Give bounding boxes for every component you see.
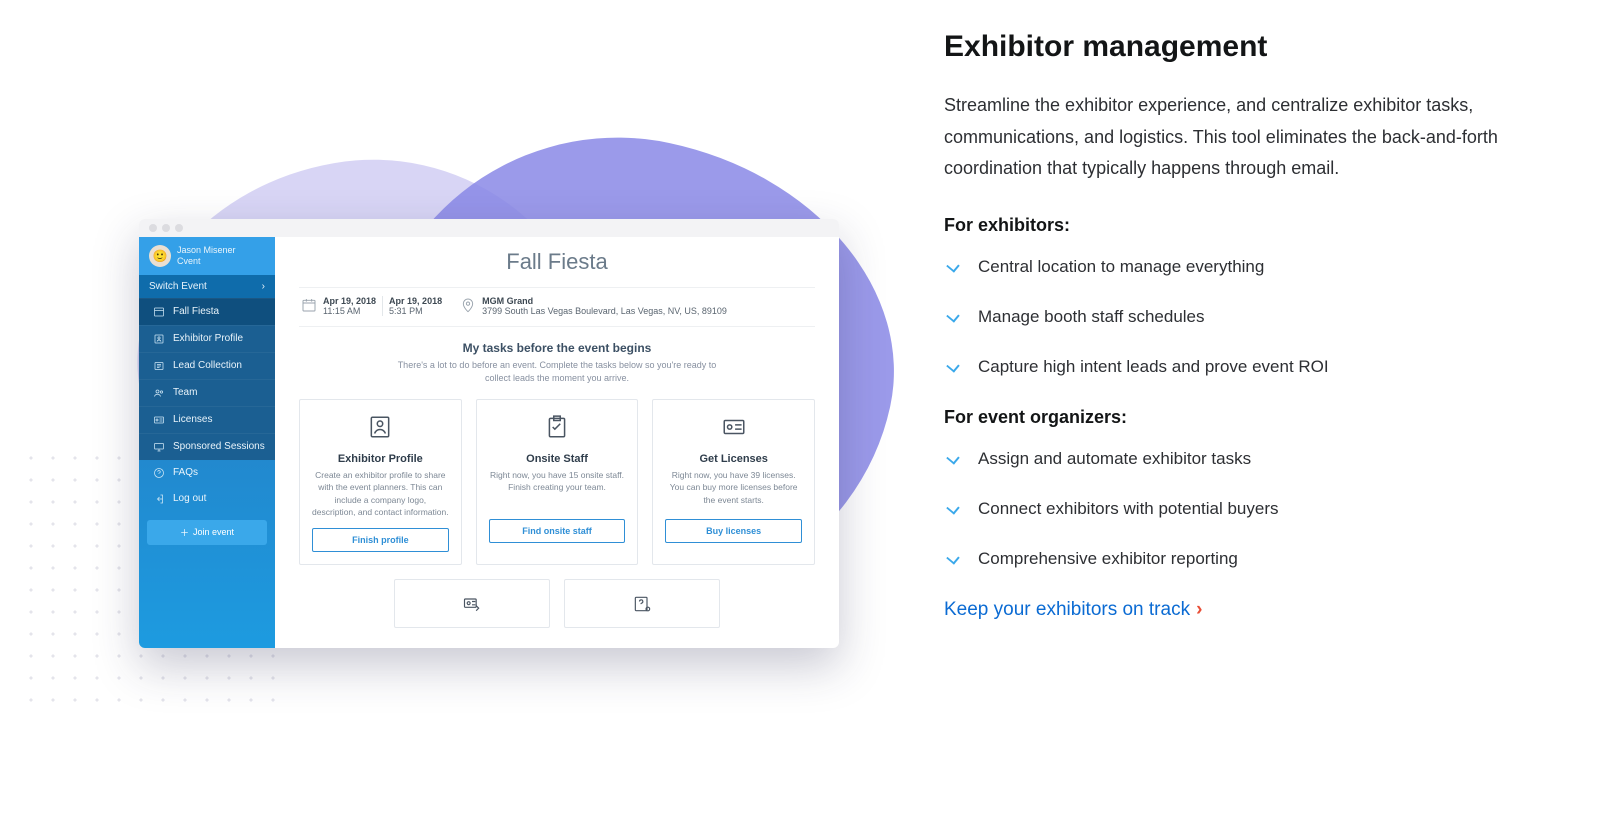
end-date: Apr 19, 2018 <box>389 296 442 306</box>
exhibitors-list: Central location to manage everything Ma… <box>944 254 1540 381</box>
find-staff-button[interactable]: Find onsite staff <box>489 519 626 543</box>
switch-event-label: Switch Event <box>149 281 207 292</box>
sidebar-item-label: Exhibitor Profile <box>173 333 243 344</box>
tasks-heading: My tasks before the event begins <box>299 341 815 355</box>
exhibitors-subheading: For exhibitors: <box>944 215 1540 236</box>
task-card-title: Get Licenses <box>665 453 802 465</box>
task-card-title: Onsite Staff <box>489 453 626 465</box>
organizers-list: Assign and automate exhibitor tasks Conn… <box>944 446 1540 573</box>
page-heading: Exhibitor management <box>944 30 1540 64</box>
badge-transfer-icon <box>459 594 485 614</box>
buy-licenses-button[interactable]: Buy licenses <box>665 519 802 543</box>
event-icon <box>153 306 165 318</box>
task-card-licenses: Get Licenses Right now, you have 39 lice… <box>652 399 815 565</box>
list-item: Capture high intent leads and prove even… <box>944 354 1540 380</box>
task-card-desc: Right now, you have 39 licenses. You can… <box>665 469 802 509</box>
list-item: Manage booth staff schedules <box>944 304 1540 330</box>
event-title: Fall Fiesta <box>299 249 815 275</box>
calendar-icon <box>301 297 317 313</box>
help-card-icon <box>629 594 655 614</box>
join-event-label: Join event <box>193 527 234 537</box>
user-org: Cvent <box>177 256 201 266</box>
team-icon <box>153 387 165 399</box>
task-card-exhibitor-profile: Exhibitor Profile Create an exhibitor pr… <box>299 399 462 565</box>
main-panel: Fall Fiesta Apr 19, 2018 11:15 AM Apr 19… <box>275 237 839 648</box>
event-dates: Apr 19, 2018 11:15 AM Apr 19, 2018 5:31 … <box>301 296 442 316</box>
sidebar-item-label: Fall Fiesta <box>173 306 219 317</box>
marketing-panel: Exhibitor management Streamline the exhi… <box>928 0 1600 817</box>
cta-label: Keep your exhibitors on track <box>944 599 1190 621</box>
task-card-extra-2 <box>564 579 720 628</box>
list-item: Comprehensive exhibitor reporting <box>944 546 1540 572</box>
sidebar-item-sponsored-sessions[interactable]: Sponsored Sessions <box>139 433 275 460</box>
user-name: Jason Misener <box>177 245 236 255</box>
end-time: 5:31 PM <box>389 306 442 316</box>
sidebar-item-faqs[interactable]: FAQs <box>139 460 275 486</box>
sidebar-item-team[interactable]: Team <box>139 379 275 406</box>
sidebar-item-logout[interactable]: Log out <box>139 486 275 512</box>
window-dot-icon <box>162 224 170 232</box>
sidebar-item-label: Team <box>173 387 197 398</box>
sidebar-user[interactable]: 🙂 Jason Misener Cvent <box>139 237 275 275</box>
sidebar-item-label: Lead Collection <box>173 360 242 371</box>
window-titlebar <box>139 219 839 237</box>
leads-icon <box>153 360 165 372</box>
finish-profile-button[interactable]: Finish profile <box>312 528 449 552</box>
profile-icon <box>153 333 165 345</box>
list-item: Assign and automate exhibitor tasks <box>944 446 1540 472</box>
task-card-onsite-staff: Onsite Staff Right now, you have 15 onsi… <box>476 399 639 565</box>
logout-icon <box>153 493 165 505</box>
list-item: Connect exhibitors with potential buyers <box>944 496 1540 522</box>
switch-event[interactable]: Switch Event › <box>139 275 275 298</box>
cta-link[interactable]: Keep your exhibitors on track › <box>944 599 1202 621</box>
organizers-subheading: For event organizers: <box>944 407 1540 428</box>
help-icon <box>153 467 165 479</box>
task-card-extra-1 <box>394 579 550 628</box>
staff-card-icon <box>544 414 570 440</box>
location-icon <box>460 297 476 313</box>
task-card-desc: Create an exhibitor profile to share wit… <box>312 469 449 518</box>
sidebar-item-label: Log out <box>173 493 206 504</box>
sidebar: 🙂 Jason Misener Cvent Switch Event › <box>139 237 275 648</box>
avatar: 🙂 <box>149 245 171 267</box>
sidebar-item-label: Licenses <box>173 414 212 425</box>
license-icon <box>153 414 165 426</box>
join-event-button[interactable]: ＋ Join event <box>147 520 267 545</box>
task-card-title: Exhibitor Profile <box>312 453 449 465</box>
sidebar-item-label: Sponsored Sessions <box>173 441 265 452</box>
start-time: 11:15 AM <box>323 306 376 316</box>
chevron-right-icon: › <box>1196 599 1202 621</box>
sidebar-item-lead-collection[interactable]: Lead Collection <box>139 352 275 379</box>
sessions-icon <box>153 441 165 453</box>
sidebar-item-exhibitor-profile[interactable]: Exhibitor Profile <box>139 325 275 352</box>
sidebar-item-fall-fiesta[interactable]: Fall Fiesta <box>139 298 275 325</box>
task-card-desc: Right now, you have 15 onsite staff. Fin… <box>489 469 626 509</box>
chevron-right-icon: › <box>262 281 265 292</box>
sidebar-item-licenses[interactable]: Licenses <box>139 406 275 433</box>
venue: MGM Grand <box>482 296 727 306</box>
window-dot-icon <box>149 224 157 232</box>
start-date: Apr 19, 2018 <box>323 296 376 306</box>
address: 3799 South Las Vegas Boulevard, Las Vega… <box>482 306 727 316</box>
tasks-subheading: There's a lot to do before an event. Com… <box>397 359 717 385</box>
app-window: 🙂 Jason Misener Cvent Switch Event › <box>139 219 839 648</box>
sidebar-item-label: FAQs <box>173 467 198 478</box>
lead-paragraph: Streamline the exhibitor experience, and… <box>944 90 1504 185</box>
event-location: MGM Grand 3799 South Las Vegas Boulevard… <box>460 296 727 316</box>
event-meta: Apr 19, 2018 11:15 AM Apr 19, 2018 5:31 … <box>299 287 815 327</box>
plus-icon: ＋ <box>180 526 189 539</box>
list-item: Central location to manage everything <box>944 254 1540 280</box>
profile-card-icon <box>367 414 393 440</box>
license-card-icon <box>721 414 747 440</box>
window-dot-icon <box>175 224 183 232</box>
